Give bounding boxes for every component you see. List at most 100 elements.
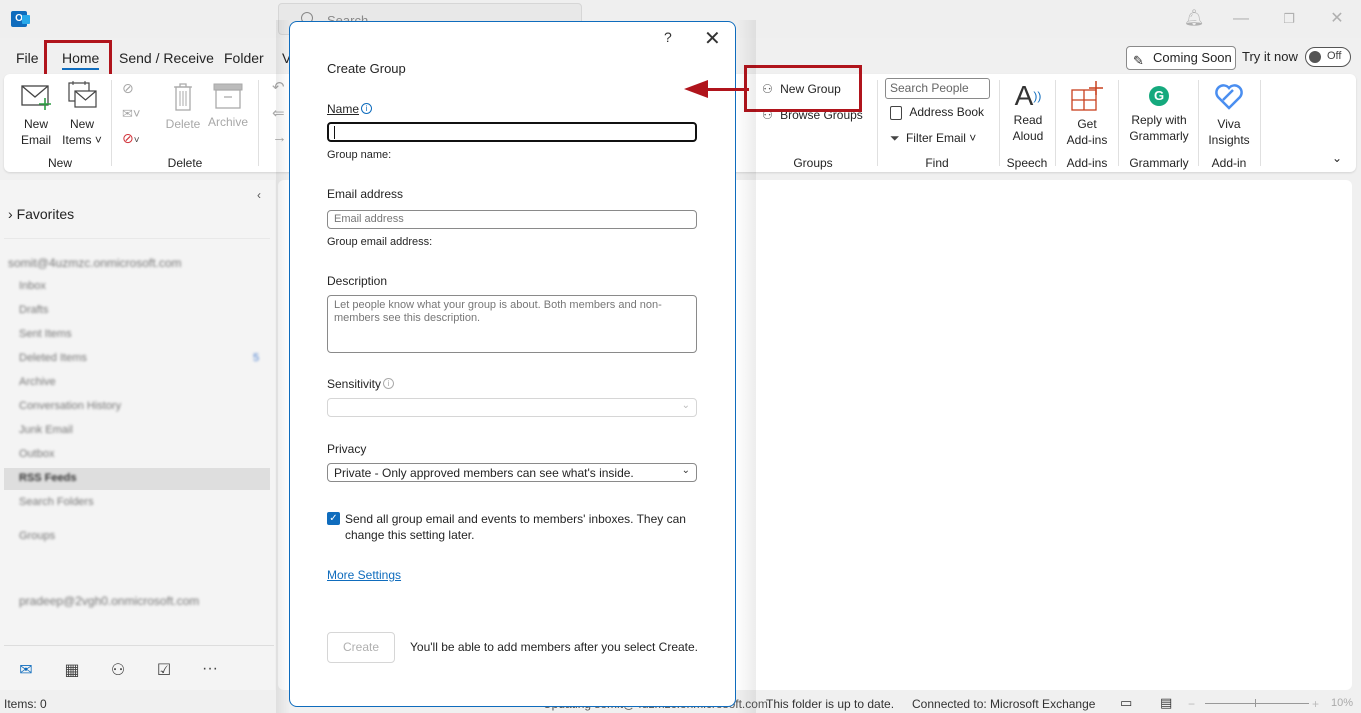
grammarly-label-2: Grammarly	[1129, 129, 1189, 143]
filter-email-label: Filter Email ˅	[905, 131, 977, 145]
clean-up-icon[interactable]: ✉˅	[122, 106, 140, 122]
groups-header[interactable]: Groups	[19, 530, 55, 542]
tab-folder[interactable]: Folder	[224, 44, 264, 72]
filter-email-button[interactable]: ⏷ Filter Email ˅	[890, 131, 976, 146]
tab-file[interactable]: File	[16, 44, 39, 72]
zoom-slider-thumb[interactable]	[1255, 699, 1256, 707]
megaphone-icon: ✎	[1133, 53, 1144, 68]
annotation-arrow-head	[684, 80, 708, 98]
info-icon[interactable]: i	[361, 103, 373, 114]
send-all-label[interactable]: Send all group email and events to membe…	[345, 511, 705, 543]
folder-item[interactable]: Deleted Items	[19, 352, 87, 364]
folder-item[interactable]: Inbox	[19, 280, 46, 292]
folder-item[interactable]: Outbox	[19, 448, 54, 460]
zoom-slider[interactable]	[1205, 703, 1309, 704]
privacy-dropdown[interactable]: Private - Only approved members can see …	[327, 463, 697, 482]
block-sender-icon[interactable]: ⊘˅	[122, 130, 140, 149]
new-email-label-2: Email	[20, 133, 51, 147]
group-email-hint: Group email address:	[327, 236, 433, 248]
viva-insights-button[interactable]: Viva Insights	[1204, 80, 1254, 148]
get-addins-button[interactable]: Get Add-ins	[1062, 80, 1112, 148]
new-outlook-toggle[interactable]: Off	[1305, 47, 1351, 67]
filter-icon: ⏷	[890, 131, 900, 145]
tab-send-receive[interactable]: Send / Receive	[119, 44, 214, 72]
outlook-icon: O	[11, 11, 30, 27]
sensitivity-label-text: Sensitivity	[327, 377, 382, 391]
folder-item[interactable]: Search Folders	[19, 496, 94, 508]
send-all-checkbox[interactable]: ✓	[327, 512, 340, 525]
ribbon-separator	[111, 80, 112, 166]
more-icon[interactable]: ···	[199, 660, 221, 680]
description-textarea[interactable]: Let people know what your group is about…	[327, 295, 697, 353]
folder-item[interactable]: Junk Email	[19, 424, 73, 436]
group-label-groups: Groups	[793, 156, 833, 170]
minimize-button[interactable]: —	[1229, 8, 1253, 30]
ribbon-separator	[1118, 80, 1119, 166]
folder-item[interactable]: Drafts	[19, 304, 48, 316]
folder-item[interactable]: Sent Items	[19, 328, 72, 340]
account-header[interactable]: pradeep@2vgh0.onmicrosoft.com	[19, 594, 199, 608]
unread-count: 5	[253, 352, 260, 364]
restore-button[interactable]: ❐	[1277, 8, 1301, 30]
favorites-header[interactable]: › Favorites	[8, 206, 74, 222]
new-email-label-1: New	[23, 117, 48, 131]
folder-item-selected[interactable]: RSS Feeds	[19, 472, 76, 484]
zoom-in-icon[interactable]: +	[1312, 697, 1319, 711]
more-settings-link[interactable]: More Settings	[327, 568, 401, 582]
normal-view-icon[interactable]: ▭	[1120, 695, 1132, 711]
email-address-input[interactable]: Email address	[327, 210, 697, 229]
chevron-down-icon: ⌄	[681, 465, 690, 476]
delete-button[interactable]: Delete	[164, 82, 202, 132]
read-aloud-button[interactable]: A)) Read Aloud	[1006, 80, 1050, 144]
search-people-input[interactable]: Search People	[885, 78, 990, 99]
ribbon-separator	[1055, 80, 1056, 166]
close-window-button[interactable]: ✕	[1325, 8, 1349, 30]
archive-button[interactable]: Archive	[206, 82, 250, 130]
tasks-icon[interactable]: ☑	[153, 660, 175, 680]
new-items-button[interactable]: New Items ˅	[62, 80, 102, 148]
forward-icon[interactable]: →	[272, 130, 287, 146]
group-label-addins: Add-ins	[1066, 156, 1108, 170]
sensitivity-label: Sensitivity i	[327, 377, 395, 391]
text-caret	[334, 126, 335, 139]
help-button[interactable]: ?	[664, 29, 672, 45]
new-items-icon	[68, 81, 97, 108]
ribbon-expand-chevron-icon[interactable]: ⌄	[1332, 150, 1342, 166]
coming-soon-label: Coming Soon	[1153, 50, 1232, 65]
new-email-button[interactable]: New Email	[16, 82, 56, 148]
coming-soon-button[interactable]: ✎ Coming Soon	[1126, 46, 1236, 70]
sensitivity-dropdown[interactable]: ⌄	[327, 398, 697, 417]
items-count: Items: 0	[4, 697, 47, 711]
read-aloud-label-2: Aloud	[1012, 129, 1044, 143]
create-hint: You'll be able to add members after you …	[410, 640, 699, 654]
group-label-delete: Delete	[167, 156, 203, 170]
reply-icon[interactable]: ↶	[272, 80, 285, 96]
mail-icon[interactable]: ✉	[15, 660, 37, 680]
address-book-label: Address Book	[909, 105, 985, 119]
reply-all-icon[interactable]: ⇐	[272, 106, 285, 122]
account-header[interactable]: somit@4uzmzc.onmicrosoft.com	[8, 256, 182, 270]
try-it-now-label: Try it now	[1242, 49, 1298, 64]
grammarly-icon: G	[1149, 86, 1169, 106]
ignore-icon[interactable]: ⊘	[122, 80, 134, 96]
viva-insights-icon	[1215, 84, 1243, 110]
group-name-input[interactable]	[327, 122, 697, 142]
reply-with-grammarly-button[interactable]: G Reply with Grammarly	[1122, 86, 1196, 144]
folder-item[interactable]: Conversation History	[19, 400, 121, 412]
info-icon[interactable]: i	[383, 378, 395, 389]
create-button[interactable]: Create	[327, 632, 395, 663]
zoom-out-icon[interactable]: −	[1188, 697, 1195, 711]
address-book-button[interactable]: Address Book	[890, 105, 984, 120]
privacy-value: Private - Only approved members can see …	[334, 466, 634, 480]
reading-view-icon[interactable]: ▤	[1160, 695, 1172, 711]
calendar-icon[interactable]: ▦	[61, 660, 83, 680]
annotation-arrow-line	[705, 88, 749, 91]
bell-icon[interactable]: 🔔︎	[1182, 8, 1206, 30]
archive-label: Archive	[207, 115, 248, 129]
read-aloud-icon: A))	[1014, 80, 1042, 111]
folder-item[interactable]: Archive	[19, 376, 56, 388]
close-icon[interactable]: ✕	[704, 26, 721, 51]
get-addins-icon	[1071, 81, 1103, 111]
collapse-pane-chevron-icon[interactable]: ‹	[257, 188, 261, 202]
people-icon[interactable]: ⚇	[107, 660, 129, 680]
